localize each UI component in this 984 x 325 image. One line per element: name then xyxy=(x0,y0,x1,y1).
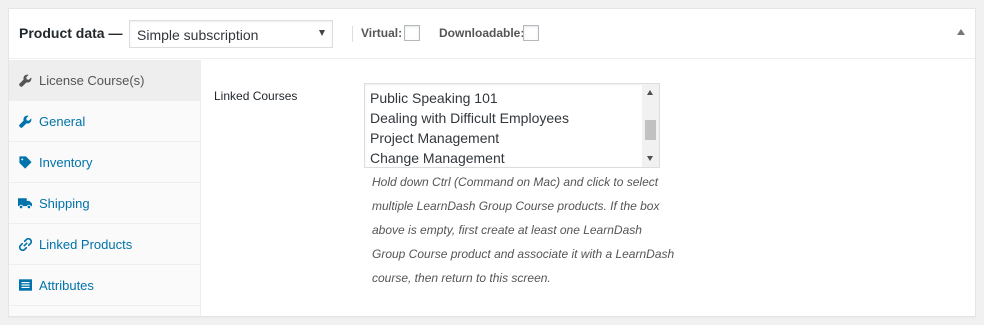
tab-attributes[interactable]: Attributes xyxy=(9,265,201,306)
scroll-up-icon[interactable] xyxy=(647,90,653,95)
header-divider xyxy=(352,26,353,42)
product-type-value: Simple subscription xyxy=(137,27,259,43)
product-type-select[interactable]: Simple subscription xyxy=(129,20,333,48)
chevron-down-icon xyxy=(319,30,325,36)
tab-label: License Course(s) xyxy=(39,73,145,88)
license-courses-panel: Linked Courses Public Speaking 101 Deali… xyxy=(202,60,975,316)
product-data-box: Product data — Simple subscription Virtu… xyxy=(8,8,976,317)
collapse-toggle-icon[interactable] xyxy=(957,29,965,35)
virtual-checkbox[interactable] xyxy=(404,25,420,41)
truck-icon xyxy=(18,196,32,210)
wrench-icon xyxy=(18,114,32,128)
course-option[interactable]: Change Management xyxy=(370,150,505,166)
product-data-title: Product data — xyxy=(19,25,123,41)
link-icon xyxy=(18,237,32,251)
product-data-tabs: License Course(s) General Inventory Ship… xyxy=(9,60,201,316)
course-option[interactable]: Public Speaking 101 xyxy=(370,90,498,106)
course-option[interactable]: Dealing with Difficult Employees xyxy=(370,110,569,126)
downloadable-checkbox[interactable] xyxy=(523,25,539,41)
virtual-label: Virtual: xyxy=(361,26,403,40)
listbox-scrollbar[interactable] xyxy=(642,84,659,167)
linked-courses-select[interactable]: Public Speaking 101 Dealing with Difficu… xyxy=(364,83,660,168)
wrench-icon xyxy=(18,73,32,87)
linked-courses-label: Linked Courses xyxy=(214,89,298,103)
tab-shipping[interactable]: Shipping xyxy=(9,183,201,224)
scroll-down-icon[interactable] xyxy=(647,156,653,161)
tab-linked-products[interactable]: Linked Products xyxy=(9,224,201,265)
tab-label: General xyxy=(39,114,86,129)
scrollbar-thumb[interactable] xyxy=(645,120,656,140)
tag-icon xyxy=(18,155,32,169)
linked-courses-help-text: Hold down Ctrl (Command on Mac) and clic… xyxy=(372,175,675,285)
tab-label: Shipping xyxy=(39,196,90,211)
tab-license-courses[interactable]: License Course(s) xyxy=(9,60,201,101)
list-icon xyxy=(18,278,32,292)
tab-label: Attributes xyxy=(39,278,94,293)
course-option[interactable]: Project Management xyxy=(370,130,499,146)
downloadable-label: Downloadable: xyxy=(439,26,525,40)
tab-label: Inventory xyxy=(39,155,93,170)
product-data-header: Product data — Simple subscription Virtu… xyxy=(9,9,975,59)
tab-label: Linked Products xyxy=(39,237,133,252)
tab-inventory[interactable]: Inventory xyxy=(9,142,201,183)
tab-general[interactable]: General xyxy=(9,101,201,142)
